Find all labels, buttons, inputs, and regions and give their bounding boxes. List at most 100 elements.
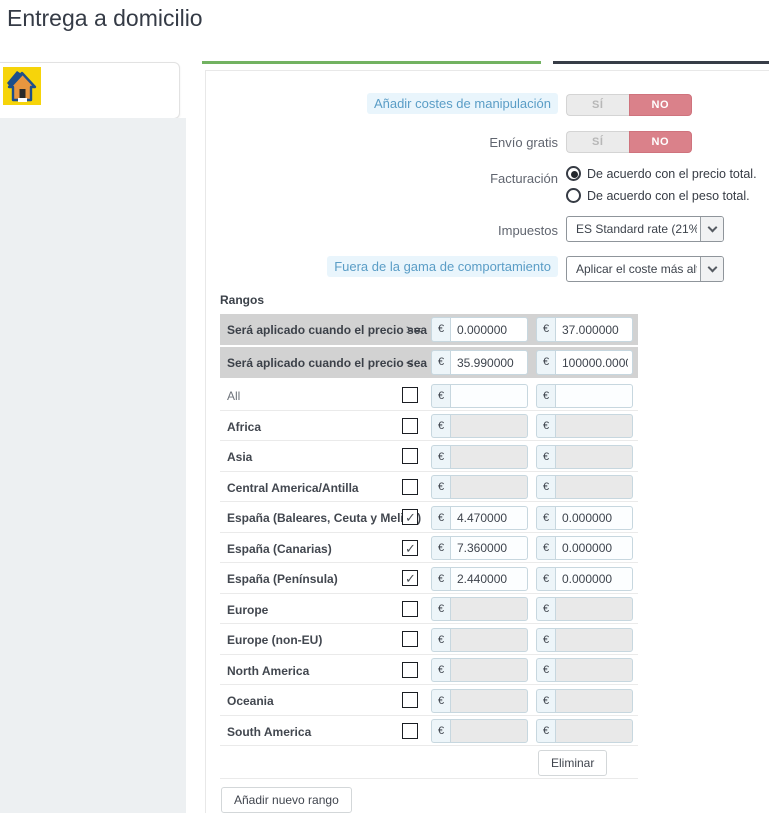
currency-addon: €: [431, 350, 450, 375]
chevron-down-icon: [700, 257, 723, 281]
zone-price-2-input[interactable]: [555, 566, 633, 591]
zone-price-1-input[interactable]: [450, 536, 528, 560]
zone-name: Central America/Antilla: [227, 480, 359, 495]
billing-radio[interactable]: [566, 166, 581, 181]
billing-label-wrap: Facturación: [206, 170, 558, 188]
zone-checkbox[interactable]: [402, 509, 418, 526]
tax-select-value: ES Standard rate (21%): [576, 222, 697, 236]
zone-price-1-input[interactable]: [450, 658, 528, 682]
handling-costs-no-button[interactable]: NO: [628, 94, 692, 116]
zone-price-1-input[interactable]: [450, 475, 528, 499]
currency-addon: €: [536, 536, 555, 560]
zone-price-2-input[interactable]: [555, 719, 633, 743]
zone-price-1-input[interactable]: [450, 444, 528, 469]
currency-addon: €: [431, 688, 450, 713]
billing-option-price-label: De acuerdo con el precio total.: [587, 166, 757, 181]
zone-price-1-input[interactable]: [450, 383, 528, 408]
zone-price-1-input[interactable]: [450, 688, 528, 713]
zone-price-1-input[interactable]: [450, 627, 528, 652]
delete-range-button[interactable]: Eliminar: [538, 750, 608, 776]
zone-price-2-input[interactable]: [555, 688, 633, 713]
zone-row: Central America/Antilla € €: [220, 472, 638, 502]
zone-checkbox[interactable]: [402, 539, 418, 557]
out-of-range-label-wrap: Fuera de la gama de comportamiento: [206, 256, 558, 277]
zone-name: Europe (non-EU): [227, 633, 323, 647]
zone-row: Europe € €: [220, 594, 638, 624]
free-shipping-toggle: SÍ NO: [566, 131, 692, 153]
zone-row: España (Canarias) € €: [220, 533, 638, 563]
zone-row: Oceania € €: [220, 685, 638, 716]
billing-option-price[interactable]: De acuerdo con el precio total.: [566, 166, 757, 181]
zone-price-1-input[interactable]: [450, 505, 528, 530]
zone-checkbox[interactable]: [402, 417, 418, 434]
zone-price-2-input[interactable]: [555, 658, 633, 682]
zone-checkbox[interactable]: [402, 600, 418, 617]
currency-addon: €: [431, 566, 450, 591]
zone-checkbox[interactable]: [402, 387, 418, 403]
tax-label: Impuestos: [498, 223, 558, 238]
free-shipping-no-button[interactable]: NO: [628, 131, 692, 153]
ranges-section: Rangos Será aplicado cuando el precio se…: [220, 293, 638, 813]
carrier-summary-card: [0, 62, 180, 119]
billing-label: Facturación: [490, 171, 558, 186]
zone-name: North America: [227, 663, 310, 678]
billing-option-weight[interactable]: De acuerdo con el peso total.: [566, 188, 750, 203]
zone-checkbox[interactable]: [402, 448, 418, 464]
range-from-input-2[interactable]: [555, 317, 633, 342]
currency-addon: €: [431, 536, 450, 560]
free-shipping-label-wrap: Envío gratis: [206, 134, 558, 152]
range-condition-label: Será aplicado cuando el precio sea: [227, 323, 428, 337]
ranges-section-label: Rangos: [220, 293, 265, 307]
zone-price-1-input[interactable]: [450, 719, 528, 743]
range-to-input-2[interactable]: [555, 350, 633, 375]
zone-price-2-input[interactable]: [555, 505, 633, 530]
range-header-row-from: Será aplicado cuando el precio sea >= € …: [220, 314, 638, 345]
billing-radio[interactable]: [566, 188, 581, 203]
zone-price-1-input[interactable]: [450, 414, 528, 438]
add-range-button[interactable]: Añadir nuevo rango: [221, 787, 352, 813]
range-to-input-1[interactable]: [450, 350, 528, 375]
handling-costs-yes-button[interactable]: SÍ: [566, 94, 629, 116]
zone-price-2-input[interactable]: [555, 414, 633, 438]
page-title: Entrega a domicilio: [7, 5, 203, 31]
currency-addon: €: [431, 597, 450, 621]
progress-bar-active: [202, 61, 541, 64]
currency-addon: €: [536, 566, 555, 591]
zone-rows: All € € Africa € € Asia € € Central Amer…: [220, 380, 638, 746]
zone-row: Asia € €: [220, 441, 638, 472]
currency-addon: €: [536, 719, 555, 743]
zone-checkbox[interactable]: [402, 722, 418, 739]
out-of-range-label: Fuera de la gama de comportamiento: [327, 256, 558, 277]
zone-price-2-input[interactable]: [555, 444, 633, 469]
zone-price-2-input[interactable]: [555, 627, 633, 652]
zone-checkbox[interactable]: [402, 692, 418, 708]
home-delivery-icon: [3, 67, 41, 105]
zone-price-1-input[interactable]: [450, 597, 528, 621]
zone-checkbox[interactable]: [402, 661, 418, 678]
range-from-input-1[interactable]: [450, 317, 528, 342]
zone-price-2-input[interactable]: [555, 383, 633, 408]
zone-checkbox[interactable]: [402, 570, 418, 587]
zone-price-1-input[interactable]: [450, 566, 528, 591]
zone-price-2-input[interactable]: [555, 597, 633, 621]
zone-name: Europe: [227, 602, 269, 617]
currency-addon: €: [536, 475, 555, 499]
handling-costs-label-wrap: Añadir costes de manipulación: [206, 93, 558, 114]
currency-addon: €: [536, 627, 555, 652]
currency-addon: €: [536, 444, 555, 469]
zone-price-2-input[interactable]: [555, 536, 633, 560]
currency-addon: €: [431, 658, 450, 682]
zone-checkbox[interactable]: [402, 478, 418, 495]
zone-name: Oceania: [227, 694, 274, 708]
out-of-range-select[interactable]: Aplicar el coste más alto de: [566, 256, 724, 282]
progress-bar-inactive: [553, 61, 769, 64]
zone-checkbox[interactable]: [402, 631, 418, 647]
tax-select[interactable]: ES Standard rate (21%): [566, 216, 724, 242]
currency-addon: €: [431, 414, 450, 438]
zone-name: Africa: [227, 419, 262, 434]
currency-addon: €: [536, 505, 555, 530]
zone-name: España (Baleares, Ceuta y Melilla): [227, 511, 422, 525]
zone-price-2-input[interactable]: [555, 475, 633, 499]
free-shipping-yes-button[interactable]: SÍ: [566, 131, 629, 153]
range-condition-label: Será aplicado cuando el precio sea: [227, 356, 428, 370]
